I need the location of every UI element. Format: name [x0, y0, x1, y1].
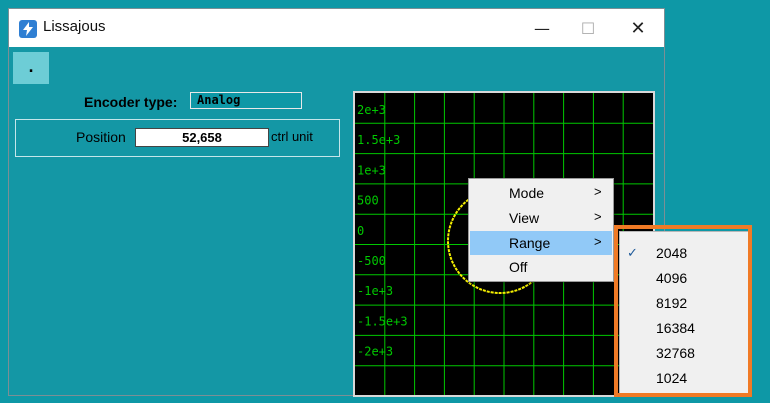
window-title: Lissajous [43, 18, 106, 35]
app-icon [19, 20, 37, 38]
range-option-1024[interactable]: 1024 [620, 366, 749, 391]
range-option-label: 1024 [656, 370, 688, 386]
menu-item-mode[interactable]: Mode > [470, 181, 612, 205]
title-bar[interactable]: Lissajous — ☐ ✕ [9, 9, 664, 47]
range-option-16384[interactable]: 16384 [620, 316, 749, 341]
position-label: Position [76, 129, 126, 145]
y-tick-label: 500 [357, 194, 379, 208]
minimize-button[interactable]: — [519, 9, 565, 47]
position-unit-label: ctrl unit [271, 129, 313, 144]
y-tick-label: -2e+3 [357, 345, 393, 359]
maximize-icon: ☐ [580, 18, 596, 38]
y-tick-label: 1e+3 [357, 163, 386, 177]
minimize-icon: — [534, 18, 550, 38]
chevron-right-icon: > [594, 184, 602, 199]
menu-item-off[interactable]: Off [470, 255, 612, 279]
menu-item-label: Range [509, 235, 551, 251]
y-tick-label: 0 [357, 224, 364, 238]
range-option-label: 4096 [656, 270, 688, 286]
chevron-right-icon: > [594, 209, 602, 224]
encoder-type-field: Analog [190, 92, 302, 109]
close-icon: ✕ [630, 17, 646, 39]
chevron-right-icon: > [594, 234, 602, 249]
menu-item-label: Off [509, 259, 528, 275]
menu-button[interactable]: . [13, 52, 49, 84]
range-option-label: 8192 [656, 295, 688, 311]
range-option-label: 16384 [656, 320, 695, 336]
checkmark-icon: ✓ [627, 245, 638, 260]
y-tick-label: 1.5e+3 [357, 133, 400, 147]
menu-item-view[interactable]: View > [470, 206, 612, 230]
range-option-2048[interactable]: ✓ 2048 [620, 241, 749, 266]
range-option-label: 2048 [656, 245, 688, 261]
close-button[interactable]: ✕ [615, 9, 661, 47]
maximize-button[interactable]: ☐ [565, 9, 611, 47]
y-tick-label: -1.5e+3 [357, 314, 408, 328]
encoder-type-label: Encoder type: [84, 94, 178, 110]
menu-item-label: View [509, 210, 540, 226]
position-value-field: 52,658 [135, 128, 269, 147]
scope-context-menu: Mode > View > Range > Off [468, 178, 614, 282]
range-option-32768[interactable]: 32768 [620, 341, 749, 366]
range-option-label: 32768 [656, 345, 695, 361]
y-tick-label: -500 [357, 254, 386, 268]
menu-item-range[interactable]: Range > [470, 231, 612, 255]
y-tick-label: -1e+3 [357, 284, 393, 298]
range-submenu: ✓ 2048 4096 8192 16384 32768 1024 [619, 231, 750, 394]
menu-item-label: Mode [509, 185, 545, 201]
range-option-8192[interactable]: 8192 [620, 291, 749, 316]
y-tick-label: 2e+3 [357, 103, 386, 117]
range-option-4096[interactable]: 4096 [620, 266, 749, 291]
